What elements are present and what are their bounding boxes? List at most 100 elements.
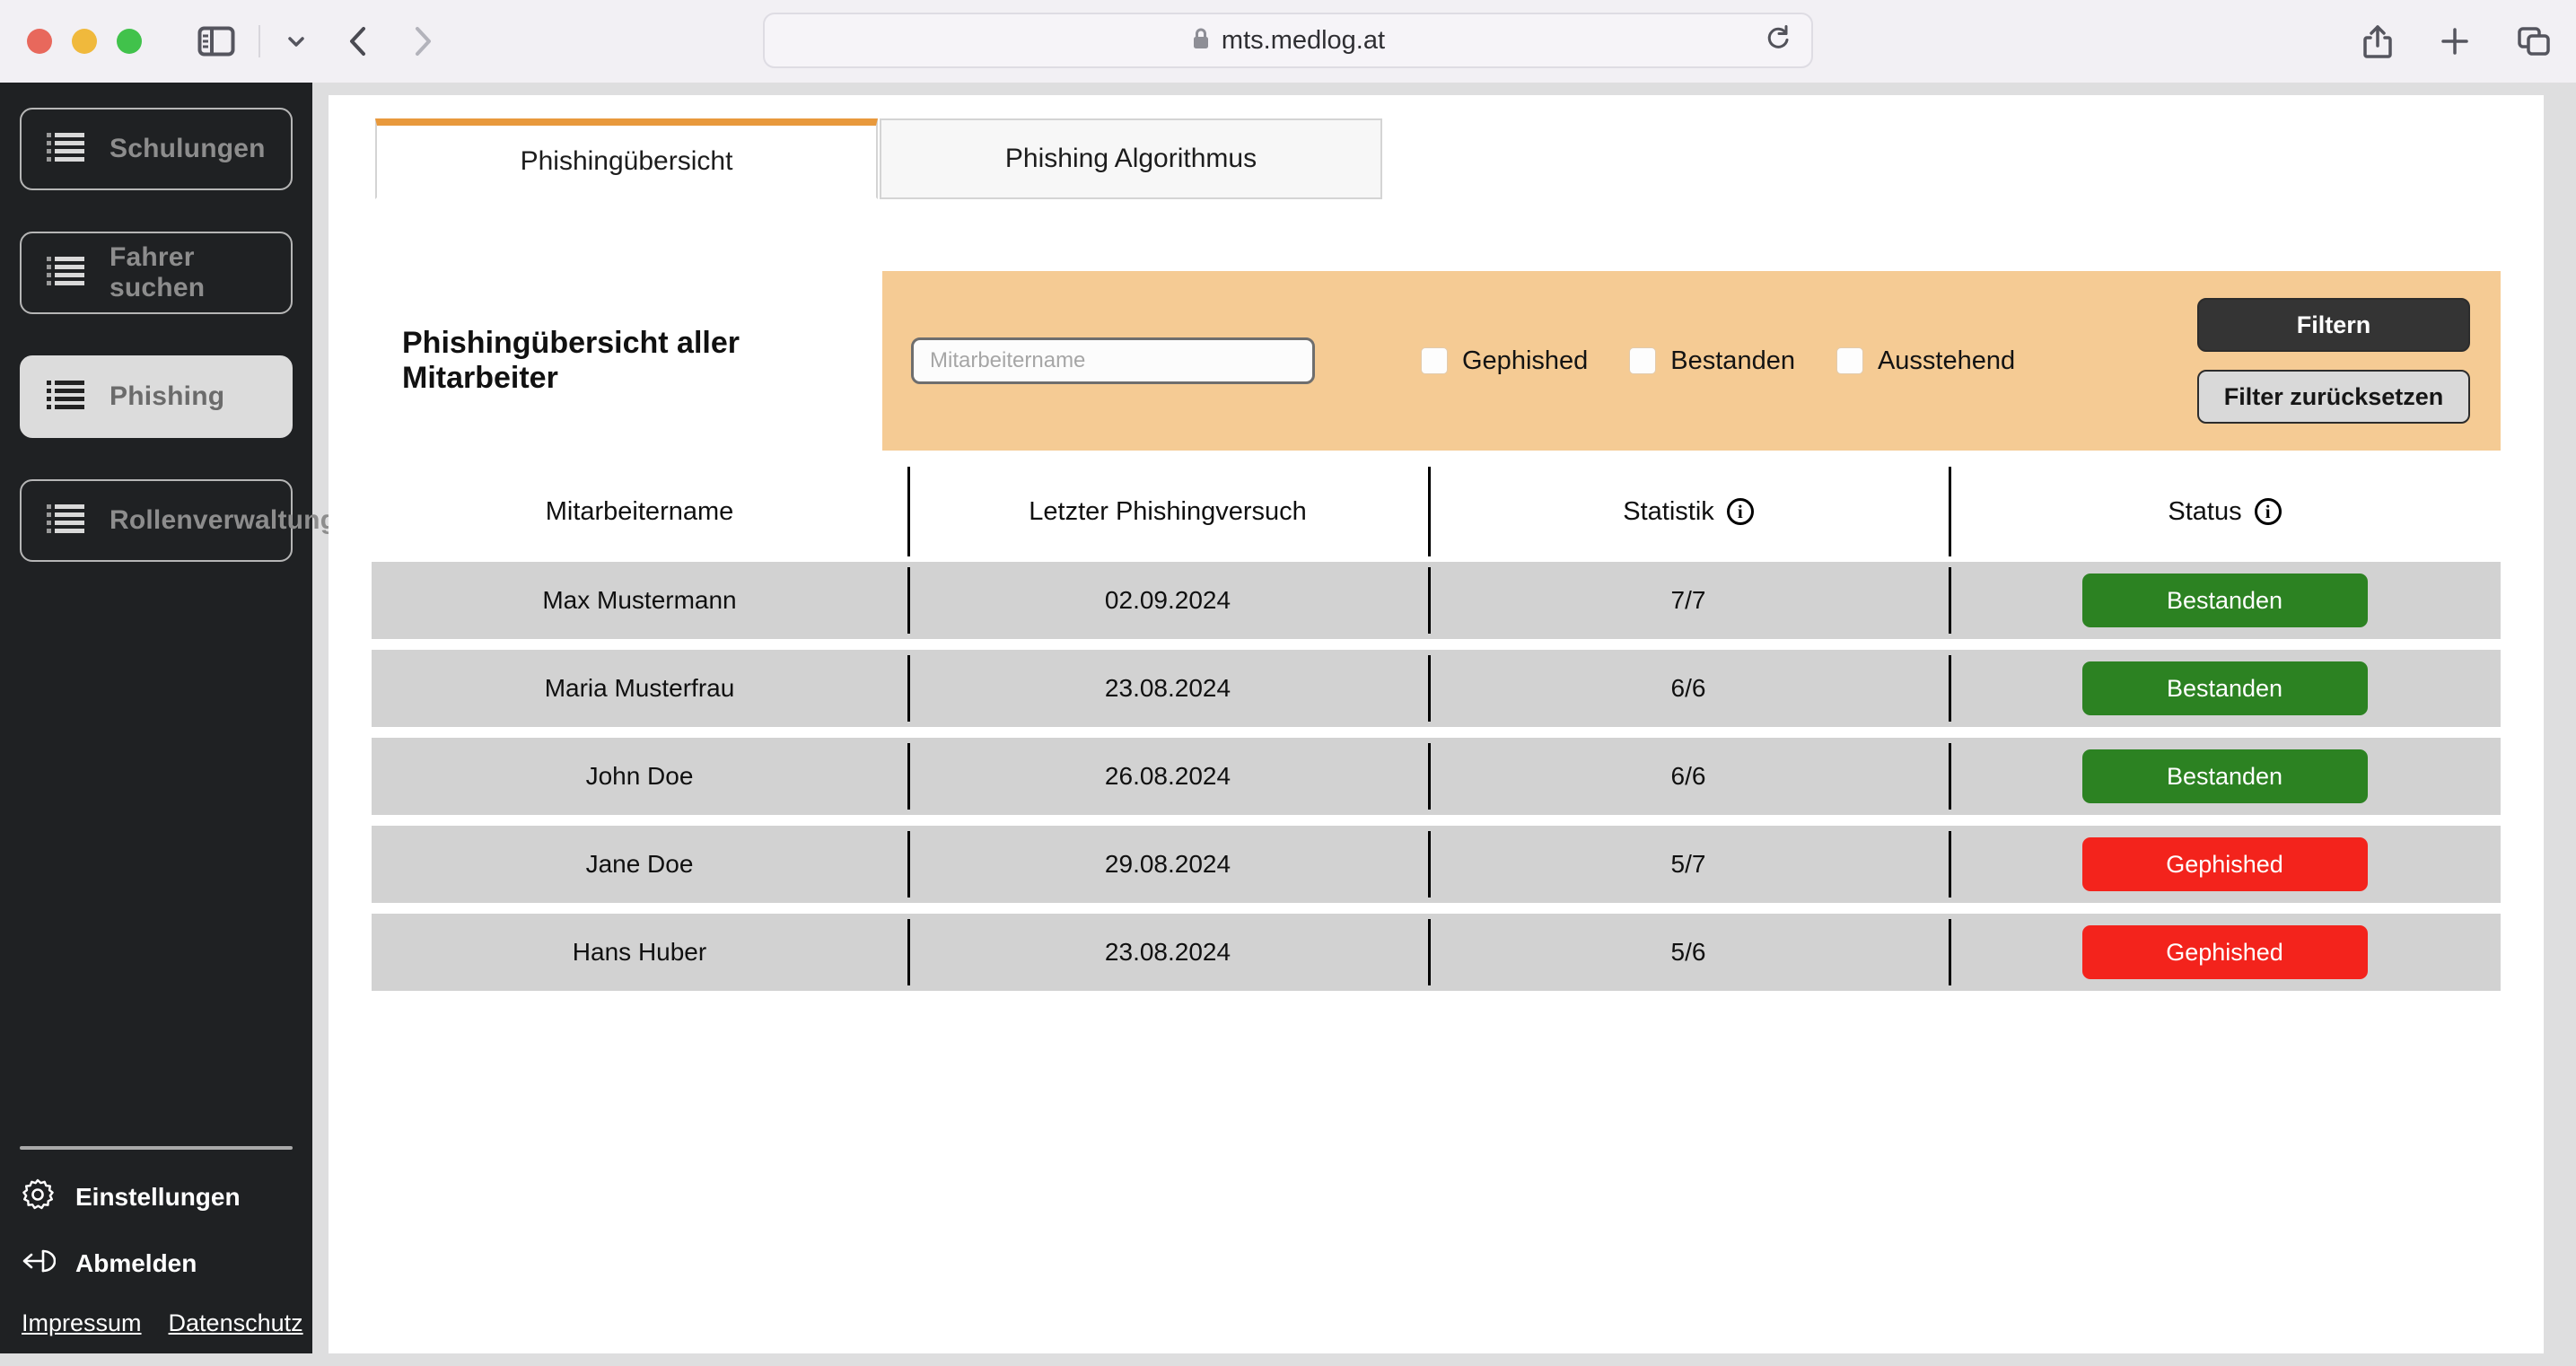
cell-status: Gephished <box>1949 914 2501 991</box>
checkbox-bestanden[interactable]: Bestanden <box>1629 346 1795 376</box>
table-row: John Doe 26.08.2024 6/6 Bestanden <box>372 738 2501 815</box>
browser-toolbar: mts.medlog.at <box>0 0 2576 83</box>
tab-label: Phishingübersicht <box>520 146 733 176</box>
cell-stat: 5/6 <box>1428 914 1949 991</box>
column-divider <box>1949 831 1951 898</box>
logout-icon <box>20 1244 57 1283</box>
column-header-mitarbeitername: Mitarbeitername <box>372 461 907 562</box>
plus-icon[interactable] <box>2440 26 2470 57</box>
reload-icon[interactable] <box>1765 24 1792 57</box>
cell-stat: 7/7 <box>1428 562 1949 639</box>
sidebar-item-label: Fahrer suchen <box>110 242 206 302</box>
cell-stat-text: 6/6 <box>1670 674 1706 702</box>
column-header-letzter-phishingversuch: Letzter Phishingversuch <box>907 461 1428 562</box>
close-window-button[interactable] <box>27 29 52 54</box>
filter-apply-button[interactable]: Filtern <box>2197 298 2470 352</box>
cell-stat-text: 5/6 <box>1670 938 1706 966</box>
checkbox-label: Bestanden <box>1670 346 1795 375</box>
info-icon[interactable]: i <box>2254 498 2282 525</box>
cell-stat: 5/7 <box>1428 826 1949 903</box>
url-text: mts.medlog.at <box>1221 25 1386 55</box>
status-badge[interactable]: Bestanden <box>2081 661 2368 715</box>
minimize-window-button[interactable] <box>72 29 97 54</box>
column-divider <box>1949 567 1951 634</box>
list-icon <box>45 502 86 540</box>
impressum-link[interactable]: Impressum <box>22 1309 142 1337</box>
checkbox-box[interactable] <box>1629 347 1657 374</box>
column-divider <box>1428 919 1431 985</box>
cell-stat-text: 6/6 <box>1670 762 1706 790</box>
status-badge[interactable]: Gephished <box>2081 925 2368 979</box>
status-badge[interactable]: Bestanden <box>2081 749 2368 803</box>
cell-name: John Doe <box>585 762 694 790</box>
filter-panel: Gephished Bestanden Ausstehend <box>882 271 2501 451</box>
sidebar-legal-links: Impressum Datenschutz <box>20 1309 303 1337</box>
checkbox-box[interactable] <box>1836 347 1863 374</box>
checkbox-label: Gephished <box>1462 346 1589 375</box>
list-icon <box>45 254 86 293</box>
column-divider <box>1949 919 1951 985</box>
browser-window: mts.medlog.at Schulungen Fahrer suchen P… <box>0 0 2576 1366</box>
sidebar-toggle-group <box>197 25 309 57</box>
cell-stat-text: 7/7 <box>1670 586 1706 614</box>
tab-phishing-algorithmus[interactable]: Phishing Algorithmus <box>880 118 1382 199</box>
sidebar-item-phishing[interactable]: Phishing <box>20 355 293 438</box>
checkbox-ausstehend[interactable]: Ausstehend <box>1836 346 2015 376</box>
filter-reset-button[interactable]: Filter zurücksetzen <box>2197 370 2470 424</box>
address-bar[interactable]: mts.medlog.at <box>763 13 1813 68</box>
sidebar-item-fahrer-suchen[interactable]: Fahrer suchen <box>20 232 293 314</box>
table-header-row: Mitarbeitername Letzter Phishingversuch … <box>372 461 2501 562</box>
tab-phishinguebersicht[interactable]: Phishingübersicht <box>375 118 878 199</box>
sidebar-toggle-icon[interactable] <box>197 26 235 57</box>
filter-checkbox-group: Gephished Bestanden Ausstehend <box>1421 346 2015 376</box>
list-icon <box>45 130 86 169</box>
window-controls <box>27 29 142 54</box>
status-badge[interactable]: Bestanden <box>2081 574 2368 627</box>
tab-overview-icon[interactable] <box>2517 25 2551 57</box>
column-header-label: Letzter Phishingversuch <box>1029 496 1307 526</box>
sidebar-settings-label: Einstellungen <box>75 1182 241 1211</box>
checkbox-gephished[interactable]: Gephished <box>1421 346 1588 376</box>
chevron-down-icon[interactable] <box>284 29 309 54</box>
info-icon[interactable]: i <box>1726 498 1754 525</box>
sidebar-item-schulungen[interactable]: Schulungen <box>20 108 293 190</box>
tab-bar: Phishingübersicht Phishing Algorithmus <box>329 118 2544 199</box>
column-divider <box>907 743 910 810</box>
sidebar-item-rollenverwaltung[interactable]: Rollenverwaltung <box>20 479 337 562</box>
status-badge[interactable]: Gephished <box>2081 837 2368 891</box>
chevron-right-icon[interactable] <box>409 24 436 58</box>
column-header-label: Mitarbeitername <box>545 496 734 526</box>
sidebar-item-einstellungen[interactable]: Einstellungen <box>20 1177 293 1217</box>
page-viewport: Schulungen Fahrer suchen Phishing Rollen… <box>0 83 2576 1366</box>
column-divider <box>1949 467 1951 556</box>
search-input[interactable] <box>911 337 1315 384</box>
sidebar-item-abmelden[interactable]: Abmelden <box>20 1244 293 1283</box>
cell-stat: 6/6 <box>1428 650 1949 727</box>
cell-name: Maria Musterfrau <box>544 674 735 702</box>
cell-date-text: 02.09.2024 <box>1104 586 1231 614</box>
chevron-left-icon[interactable] <box>345 24 372 58</box>
share-icon[interactable] <box>2362 23 2393 59</box>
navigation-buttons <box>345 24 436 58</box>
table-row: Hans Huber 23.08.2024 5/6 Gephished <box>372 914 2501 991</box>
checkbox-label: Ausstehend <box>1877 346 2016 375</box>
sidebar-nav: Schulungen Fahrer suchen Phishing Rollen… <box>0 108 337 562</box>
table-row: Maria Musterfrau 23.08.2024 6/6 Bestande… <box>372 650 2501 727</box>
sidebar-item-label: Phishing <box>110 381 225 411</box>
datenschutz-link[interactable]: Datenschutz <box>169 1309 303 1337</box>
maximize-window-button[interactable] <box>117 29 142 54</box>
column-divider <box>907 567 910 634</box>
cell-date: 02.09.2024 <box>907 562 1428 639</box>
cell-date-text: 23.08.2024 <box>1104 938 1231 966</box>
cell-stat: 6/6 <box>1428 738 1949 815</box>
checkbox-box[interactable] <box>1421 347 1448 374</box>
column-divider <box>1428 831 1431 898</box>
cell-name: Jane Doe <box>585 850 694 878</box>
filter-actions: Filtern Filter zurücksetzen <box>2197 298 2470 424</box>
tab-label: Phishing Algorithmus <box>1004 144 1257 173</box>
cell-date: 29.08.2024 <box>907 826 1428 903</box>
column-divider <box>907 467 910 556</box>
cell-status: Bestanden <box>1949 738 2501 815</box>
sidebar-item-label: Schulungen <box>110 134 266 163</box>
cell-date-text: 26.08.2024 <box>1104 762 1231 790</box>
